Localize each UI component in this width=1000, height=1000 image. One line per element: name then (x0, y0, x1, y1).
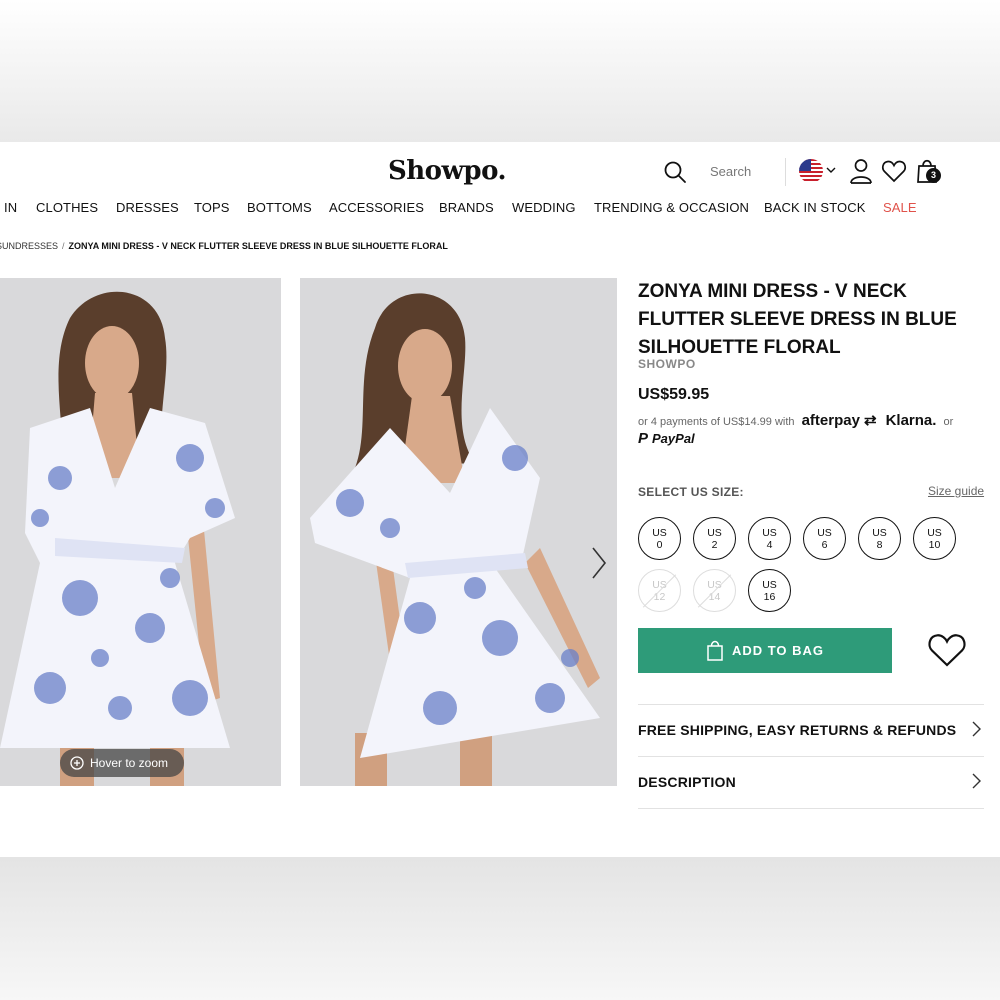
klarna-logo[interactable]: Klarna. (886, 412, 937, 429)
chevron-down-icon[interactable] (826, 166, 836, 174)
product-title: ZONYA MINI DRESS - V NECK FLUTTER SLEEVE… (638, 281, 957, 358)
breadcrumb-separator: / (62, 241, 65, 251)
size-guide-link[interactable]: Size guide (928, 484, 984, 498)
search-input[interactable]: Search (710, 164, 751, 179)
size-option-value: 14 (708, 591, 721, 603)
size-option-label: US (872, 527, 887, 539)
size-select-label: SELECT US SIZE: (638, 485, 744, 499)
installment-info: or 4 payments of US$14.99 with afterpay ⇄… (638, 411, 953, 429)
shopping-bag-icon (707, 640, 723, 661)
nav-item-sale[interactable]: SALE (883, 200, 917, 215)
size-option-label: US (762, 579, 777, 591)
chevron-right-icon[interactable] (971, 773, 981, 789)
afterpay-logo[interactable]: afterpay (802, 412, 860, 429)
accordion-divider (638, 704, 984, 705)
size-option-label: US (652, 579, 667, 591)
accordion-shipping-returns[interactable]: FREE SHIPPING, EASY RETURNS & REFUNDS (638, 722, 956, 738)
nav-item-dresses[interactable]: DRESSES (116, 200, 179, 215)
site-logo[interactable]: Showpo. (388, 156, 507, 186)
size-option-us-12-sold-out: US 12 (638, 569, 681, 612)
size-option-label: US (762, 527, 777, 539)
paypal-label: PayPal (652, 431, 695, 446)
product-image-front[interactable] (0, 278, 281, 786)
product-brand[interactable]: SHOWPO (638, 357, 696, 371)
next-image-arrow-icon[interactable] (590, 545, 608, 581)
accordion-divider (638, 756, 984, 757)
accordion-divider (638, 808, 984, 809)
us-flag-icon[interactable] (799, 159, 823, 183)
nav-item-trending[interactable]: TRENDING & OCCASION (594, 200, 749, 215)
product-price: US$59.95 (638, 386, 710, 403)
paypal-option[interactable]: P PayPal (638, 430, 695, 447)
size-option-us-16[interactable]: US 16 (748, 569, 791, 612)
breadcrumb-current: ZONYA MINI DRESS - V NECK FLUTTER SLEEVE… (68, 241, 448, 251)
size-option-us-14-sold-out: US 14 (693, 569, 736, 612)
installment-text: or 4 payments of US$14.99 with (638, 416, 795, 428)
add-to-bag-label: ADD TO BAG (731, 643, 825, 658)
model-illustration (0, 278, 281, 786)
afterpay-icon: ⇄ (863, 412, 877, 429)
or-text: or (943, 416, 954, 428)
account-icon[interactable] (849, 158, 873, 184)
accordion-description[interactable]: DESCRIPTION (638, 774, 736, 790)
product-image-side[interactable] (300, 278, 617, 786)
nav-item-accessories[interactable]: ACCESSORIES (329, 200, 424, 215)
size-option-label: US (707, 579, 722, 591)
add-to-wishlist-heart-icon[interactable] (927, 631, 967, 669)
product-page: Showpo. Search 3 IN CLOTHES DRESSES TOPS… (0, 142, 1000, 857)
nav-item-tops[interactable]: TOPS (194, 200, 230, 215)
paypal-icon: P (638, 430, 649, 447)
search-icon[interactable] (663, 160, 687, 184)
zoom-hint: Hover to zoom (60, 749, 184, 777)
nav-item-new-in[interactable]: IN (4, 200, 17, 215)
breadcrumb: SUNDRESSES / ZONYA MINI DRESS - V NECK FLU… (0, 241, 448, 251)
add-to-bag-button[interactable]: ADD TO BAG (638, 628, 892, 673)
cart-count-badge: 3 (926, 168, 941, 183)
background-top (0, 0, 1000, 142)
size-option-value: 8 (876, 539, 883, 551)
size-option-label: US (652, 527, 667, 539)
size-option-value: 12 (653, 591, 666, 603)
header-divider (785, 158, 786, 186)
nav-item-wedding[interactable]: WEDDING (512, 200, 576, 215)
size-option-label: US (707, 527, 722, 539)
size-option-value: 16 (763, 591, 776, 603)
size-option-us-10[interactable]: US 10 (913, 517, 956, 560)
size-option-us-6[interactable]: US 6 (803, 517, 846, 560)
zoom-in-icon (70, 756, 84, 770)
nav-item-back-in-stock[interactable]: BACK IN STOCK (764, 200, 865, 215)
breadcrumb-parent[interactable]: SUNDRESSES (0, 241, 58, 251)
wishlist-icon[interactable] (881, 159, 907, 183)
nav-item-clothes[interactable]: CLOTHES (36, 200, 98, 215)
nav-item-bottoms[interactable]: BOTTOMS (247, 200, 312, 215)
size-option-us-4[interactable]: US 4 (748, 517, 791, 560)
size-option-us-8[interactable]: US 8 (858, 517, 901, 560)
zoom-hint-text: Hover to zoom (90, 756, 169, 770)
model-illustration (300, 278, 617, 786)
main-nav: IN CLOTHES DRESSES TOPS BOTTOMS ACCESSOR… (0, 200, 1000, 220)
chevron-right-icon[interactable] (971, 721, 981, 737)
size-option-value: 10 (928, 539, 941, 551)
size-option-label: US (927, 527, 942, 539)
size-option-us-0[interactable]: US 0 (638, 517, 681, 560)
size-option-value: 2 (711, 539, 718, 551)
nav-item-brands[interactable]: BRANDS (439, 200, 494, 215)
size-option-value: 0 (656, 539, 663, 551)
background-bottom (0, 857, 1000, 1000)
size-option-us-2[interactable]: US 2 (693, 517, 736, 560)
size-option-value: 6 (821, 539, 828, 551)
size-option-label: US (817, 527, 832, 539)
size-option-value: 4 (766, 539, 773, 551)
